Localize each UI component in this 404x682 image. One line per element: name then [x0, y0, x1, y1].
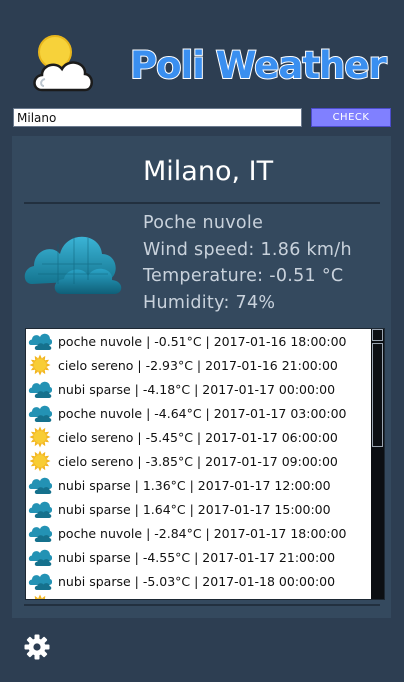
scroll-up-button[interactable] — [372, 329, 383, 341]
app-title: Poli Weather — [129, 43, 388, 88]
app-header: Poli Weather — [0, 0, 404, 104]
forecast-row[interactable]: poche nuvole | -2.84°C | 2017-01-17 18:0… — [26, 521, 372, 545]
sun-icon — [28, 426, 52, 448]
temperature: Temperature: -0.51 °C — [143, 266, 344, 286]
forecast-row[interactable]: poche nuvole | -4.64°C | 2017-01-17 03:0… — [26, 401, 372, 425]
forecast-text: nubi sparse | 1.64°C | 2017-01-17 15:00:… — [58, 501, 331, 517]
divider — [24, 604, 380, 606]
forecast-text: nubi sparse | 1.36°C | 2017-01-17 12:00:… — [58, 477, 331, 493]
cloud-icon — [28, 570, 53, 592]
sun-icon — [28, 450, 52, 472]
forecast-text: nubi sparse | -4.18°C | 2017-01-17 00:00… — [58, 381, 336, 397]
forecast-row[interactable]: nubi sparse | -4.55°C | 2017-01-17 21:00… — [26, 545, 372, 569]
forecast-text: poche nuvole | -0.51°C | 2017-01-16 18:0… — [58, 333, 347, 349]
cloud-icon — [28, 378, 53, 400]
cloud-icon — [28, 498, 53, 520]
current-details: Poche nuvole Wind speed: 1.86 km/h Tempe… — [143, 210, 352, 316]
broken-clouds-icon — [24, 236, 122, 294]
forecast-text: cielo sereno | -2.93°C | 2017-01-16 21:0… — [58, 357, 338, 373]
cloud-icon — [28, 522, 53, 544]
forecast-row[interactable]: poche nuvole | -0.51°C | 2017-01-16 18:0… — [26, 329, 372, 353]
cloud-icon — [28, 474, 53, 496]
divider — [24, 202, 380, 204]
weather-panel: Milano, IT Poche nuvole Wind speed: 1.86… — [12, 136, 391, 618]
sun-icon — [28, 354, 52, 376]
forecast-row[interactable]: cielo sereno | -5.45°C | 2017-01-17 06:0… — [26, 425, 372, 449]
sun-cloud-icon — [33, 35, 93, 92]
forecast-text: cielo sereno | -5.45°C | 2017-01-17 06:0… — [58, 429, 338, 445]
cloud-icon — [28, 402, 53, 424]
cloud-icon — [28, 546, 53, 568]
forecast-row[interactable]: cielo sereno | -3.85°C | 2017-01-17 09:0… — [26, 449, 372, 473]
forecast-row[interactable]: cielo sereno | -2.93°C | 2017-01-16 21:0… — [26, 353, 372, 377]
forecast-text: nubi sparse | -5.03°C | 2017-01-18 00:00… — [58, 573, 336, 589]
forecast-row[interactable]: nubi sparse | -4.18°C | 2017-01-17 00:00… — [26, 377, 372, 401]
wind-speed: Wind speed: 1.86 km/h — [143, 239, 352, 260]
forecast-row[interactable] — [26, 593, 372, 599]
forecast-text: poche nuvole | -4.64°C | 2017-01-17 03:0… — [58, 405, 347, 421]
city-name: Milano, IT — [143, 156, 274, 187]
check-button[interactable]: CHECK — [311, 108, 391, 127]
scroll-thumb[interactable] — [372, 343, 383, 447]
cloud-icon — [28, 330, 53, 352]
forecast-text: poche nuvole | -2.84°C | 2017-01-17 18:0… — [58, 525, 347, 541]
weather-description: Poche nuvole — [143, 213, 264, 233]
forecast-row[interactable]: nubi sparse | 1.64°C | 2017-01-17 15:00:… — [26, 497, 372, 521]
forecast-text: nubi sparse | -4.55°C | 2017-01-17 21:00… — [58, 549, 336, 565]
forecast-list[interactable]: poche nuvole | -0.51°C | 2017-01-16 18:0… — [26, 329, 372, 599]
forecast-row[interactable]: nubi sparse | -5.03°C | 2017-01-18 00:00… — [26, 569, 372, 593]
city-search-input[interactable] — [13, 108, 302, 127]
scrollbar[interactable] — [371, 329, 384, 599]
gear-icon[interactable] — [24, 634, 50, 660]
forecast-row[interactable]: nubi sparse | 1.36°C | 2017-01-17 12:00:… — [26, 473, 372, 497]
sun-icon — [28, 594, 52, 599]
humidity: Humidity: 74% — [143, 292, 276, 313]
forecast-list-box[interactable]: poche nuvole | -0.51°C | 2017-01-16 18:0… — [25, 328, 385, 600]
forecast-text: cielo sereno | -3.85°C | 2017-01-17 09:0… — [58, 453, 338, 469]
